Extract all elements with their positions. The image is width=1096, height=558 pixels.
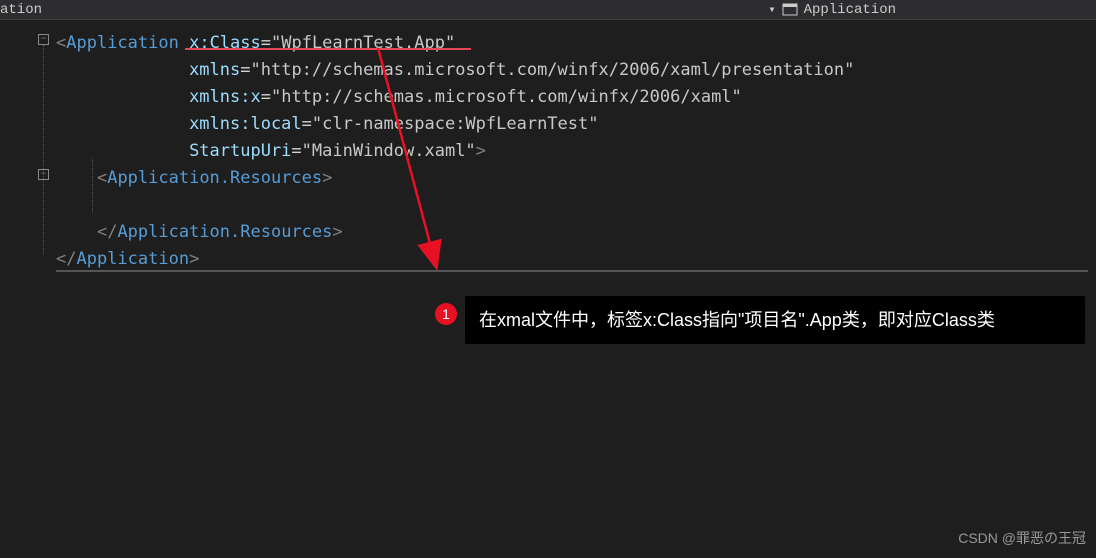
code-content[interactable]: <Application x:Class="WpfLearnTest.App" … [56, 20, 854, 270]
fold-button[interactable]: − [38, 34, 49, 45]
fold-guide-line [43, 45, 44, 255]
tab-label-left[interactable]: ation [0, 2, 42, 18]
xaml-attr: xmlns:local [189, 114, 302, 134]
xaml-attr: x:Class [189, 33, 261, 53]
scope-label[interactable]: Application [804, 2, 896, 18]
header-bar: ation ▾ Application [0, 0, 1096, 20]
structure-guide [92, 158, 93, 213]
callout-box: 在xmal文件中，标签x:Class指向"项目名".App类，即对应Class类 [465, 296, 1085, 344]
xaml-attr: xmlns:x [189, 87, 261, 107]
callout-badge: 1 [435, 303, 457, 325]
xaml-value: "http://schemas.microsoft.com/winfx/2006… [271, 87, 742, 107]
xaml-value: "clr-namespace:WpfLearnTest" [312, 114, 599, 134]
code-editor[interactable]: − − <Application x:Class="WpfLearnTest.A… [0, 20, 1096, 270]
xaml-value: "WpfLearnTest.App" [271, 33, 455, 53]
gutter: − − [0, 20, 56, 270]
xaml-tag: Application [66, 33, 179, 53]
xaml-attr: StartupUri [189, 141, 291, 161]
xaml-attr: xmlns [189, 60, 240, 80]
xaml-value: "http://schemas.microsoft.com/winfx/2006… [251, 60, 855, 80]
watermark: CSDN @罪恶の王冠 [958, 528, 1086, 548]
xaml-value: "MainWindow.xaml" [302, 141, 476, 161]
underline-annotation [185, 48, 471, 50]
header-right-group: ▾ Application [768, 2, 1096, 18]
end-of-code-marker [56, 270, 1088, 272]
callout-text: 在xmal文件中，标签x:Class指向"项目名".App类，即对应Class类 [479, 310, 995, 330]
xaml-tag: Application [76, 249, 189, 269]
xaml-tag: Application.Resources [117, 222, 332, 242]
dropdown-arrow-icon[interactable]: ▾ [768, 2, 775, 17]
xaml-tag: Application.Resources [107, 168, 322, 188]
application-icon [782, 2, 798, 18]
